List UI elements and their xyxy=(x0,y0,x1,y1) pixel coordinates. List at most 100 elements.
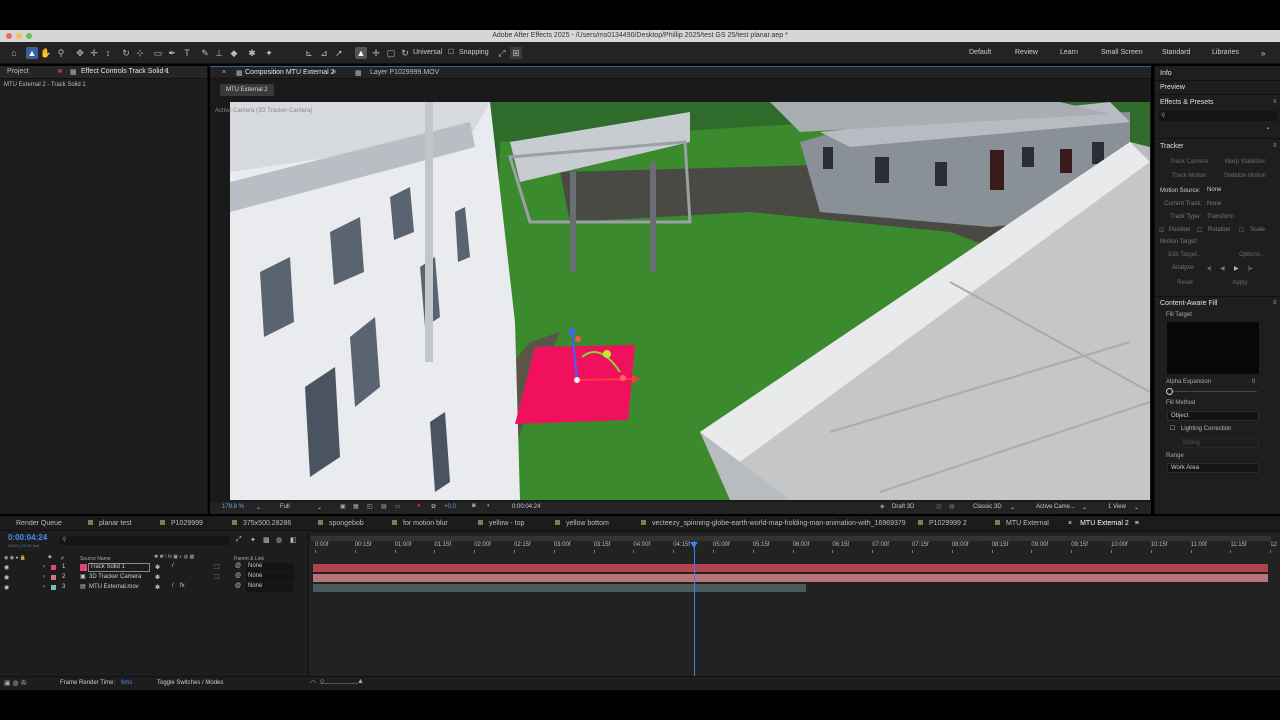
clone-stamp-tool-icon[interactable]: ⊥ xyxy=(213,47,225,59)
ground-plane-icon[interactable]: ▦ xyxy=(949,503,955,510)
snap-grid-icon[interactable]: ⊞ xyxy=(510,47,522,59)
layer-expand-icon[interactable]: › xyxy=(43,574,45,580)
layer-row-2[interactable]: ◉ › 2 ▣ 3D Tracker Camera ✽ ⬚ @ None xyxy=(0,573,308,583)
layer-bar-1[interactable] xyxy=(313,564,1268,572)
track-camera-button[interactable]: Track Camera xyxy=(1160,157,1218,167)
tab-comp-yellow-bottom[interactable]: yellow bottom xyxy=(555,520,609,527)
tab-comp-for-motion-blur[interactable]: for motion blur xyxy=(392,520,448,527)
playhead-line[interactable] xyxy=(694,541,695,677)
shy-switch-icon[interactable]: ✽ xyxy=(155,564,160,571)
zoom-tool-icon[interactable]: ⚲ xyxy=(55,47,67,59)
scale-gizmo-icon[interactable]: ▢ xyxy=(385,47,397,59)
camera-dropdown-icon[interactable]: ⌄ xyxy=(1082,504,1087,511)
reset-button[interactable]: Reset xyxy=(1160,278,1210,288)
tab-comp-mtu-external-2[interactable]: × MTU External 2 ≡ xyxy=(1068,520,1139,527)
3d-layer-switch-icon[interactable]: ⬚ xyxy=(214,573,220,580)
motion-blur-icon[interactable]: ◧ xyxy=(290,536,297,544)
pan-camera-icon[interactable]: ✛ xyxy=(88,47,100,59)
effects-panel-menu-icon[interactable]: ≡ xyxy=(1273,99,1277,105)
tab-effect-controls[interactable]: Effect Controls Track Solid 1 xyxy=(81,68,169,75)
layer-bar-3[interactable] xyxy=(313,584,806,592)
source-name-header[interactable]: Source Name xyxy=(80,556,111,562)
playhead-handle[interactable] xyxy=(690,542,698,548)
3d-layer-switch-icon[interactable]: ⬚ xyxy=(214,563,220,570)
timeline-zoom-handle[interactable]: ○ xyxy=(320,678,324,685)
region-of-interest-icon[interactable]: ▣ xyxy=(340,503,346,510)
rotation-checkbox[interactable]: ☐ xyxy=(1197,227,1202,234)
layer-visibility-icon[interactable]: ◉ xyxy=(4,574,9,581)
composition-viewer[interactable] xyxy=(230,102,1150,500)
content-aware-fill-header[interactable]: Content-Aware Fill xyxy=(1160,300,1217,307)
position-checkbox[interactable]: ☑ xyxy=(1159,227,1164,234)
rotation-tool-icon[interactable]: ↻ xyxy=(120,47,132,59)
info-panel-header[interactable]: Info xyxy=(1160,70,1172,77)
effects-search-input[interactable]: ⚲ xyxy=(1159,111,1277,121)
shy-layers-icon[interactable]: ▩ xyxy=(263,536,270,544)
lock-comp-icon[interactable]: ▦ xyxy=(236,69,243,77)
analyze-back-frame-icon[interactable]: ◂| xyxy=(1207,265,1212,272)
quality-switch-icon[interactable]: / xyxy=(172,583,174,589)
fx-switch-icon[interactable]: fx xyxy=(180,583,185,589)
analyze-forward-icon[interactable]: ▶ xyxy=(1234,265,1239,272)
layer-expand-icon[interactable]: › xyxy=(43,564,45,570)
status-icons[interactable]: ▣ ◍ ✇ xyxy=(4,679,26,687)
workspace-learn[interactable]: Learn xyxy=(1060,49,1078,56)
analyze-forward-frame-icon[interactable]: |▸ xyxy=(1248,265,1253,272)
roto-brush-tool-icon[interactable]: ✱ xyxy=(246,47,258,59)
world-axis-icon[interactable]: ⊿ xyxy=(318,47,330,59)
move-gizmo-icon[interactable]: ✛ xyxy=(370,47,382,59)
zoom-window-button[interactable] xyxy=(26,33,32,39)
zoom-out-timeline-icon[interactable]: ◠ xyxy=(310,679,316,687)
workspace-small-screen[interactable]: Small Screen xyxy=(1101,49,1143,56)
renderer-dropdown[interactable]: Classic 3D xyxy=(973,504,1002,510)
brush-tool-icon[interactable]: ✎ xyxy=(199,47,211,59)
eraser-tool-icon[interactable]: ◆ xyxy=(228,47,240,59)
lighting-correction-checkbox[interactable]: ☐ xyxy=(1170,425,1175,432)
tab-comp-375x500[interactable]: 375x500.28286 xyxy=(232,520,291,527)
draft-3d-timeline-icon[interactable]: ✦ xyxy=(250,536,256,544)
alpha-expansion-value[interactable]: 0 xyxy=(1252,379,1255,385)
zoom-value[interactable]: 179.8 % xyxy=(222,504,244,510)
track-type-dropdown[interactable]: Transform xyxy=(1207,214,1234,220)
parent-pickwhip-icon[interactable]: @ xyxy=(235,583,241,589)
channel-icon[interactable]: ▭ xyxy=(395,503,401,510)
parent-pickwhip-icon[interactable]: @ xyxy=(235,573,241,579)
view-axis-icon[interactable]: ➚ xyxy=(333,47,345,59)
snapshot-icon[interactable]: ◙ xyxy=(472,503,476,509)
viewer-timecode[interactable]: 0:00:04:24 xyxy=(512,504,540,510)
pen-tool-icon[interactable]: ✒ xyxy=(166,47,178,59)
layer-row-1[interactable]: ◉ › 1 Track Solid 1 ✽ / ⬚ @ None xyxy=(0,563,308,573)
parent-dropdown[interactable]: None xyxy=(246,563,294,572)
lighting-strength-dropdown[interactable]: Strong xyxy=(1178,438,1259,448)
tab-comp-mtu-external[interactable]: MTU External xyxy=(995,520,1049,527)
layer-visibility-icon[interactable]: ◉ xyxy=(4,564,9,571)
analyze-backward-icon[interactable]: ◀ xyxy=(1220,265,1225,272)
grid-guides-icon[interactable]: ▤ xyxy=(381,503,387,510)
fill-method-dropdown[interactable]: Object xyxy=(1167,411,1259,421)
parent-pickwhip-icon[interactable]: @ xyxy=(235,563,241,569)
options-button[interactable]: Options... xyxy=(1227,250,1277,260)
range-dropdown[interactable]: Work Area xyxy=(1167,463,1259,473)
layer-name[interactable]: MTU External.mov xyxy=(89,584,139,590)
layer-label-swatch[interactable] xyxy=(51,575,56,580)
apply-button[interactable]: Apply xyxy=(1215,278,1265,288)
parent-dropdown[interactable]: None xyxy=(246,583,294,592)
tab-comp-p1029999-2[interactable]: P1029999 2 xyxy=(918,520,967,527)
tab-comp-vecteezy-globe[interactable]: vecteezy_spinning-globe-earth-world-map-… xyxy=(641,520,906,527)
alpha-expansion-slider[interactable] xyxy=(1171,391,1257,392)
comp-breadcrumb[interactable]: MTU External 2 xyxy=(220,84,274,96)
resolution-dropdown-icon[interactable]: ⌄ xyxy=(317,504,322,511)
zoom-in-timeline-icon[interactable]: ▲ xyxy=(357,678,364,685)
zoom-dropdown-icon[interactable]: ⌄ xyxy=(256,504,261,511)
workspace-libraries[interactable]: Libraries xyxy=(1212,49,1239,56)
caf-menu-icon[interactable]: ≡ xyxy=(1273,300,1277,306)
workspace-standard[interactable]: Standard xyxy=(1162,49,1190,56)
extended-viewer-icon[interactable]: ▥ xyxy=(936,503,942,510)
toggle-switches-modes-button[interactable]: Toggle Switches / Modes xyxy=(157,680,223,686)
stabilize-motion-button[interactable]: Stabilize Motion xyxy=(1216,171,1274,181)
tab-project[interactable]: Project xyxy=(7,68,29,75)
current-track-dropdown[interactable]: None xyxy=(1207,201,1221,207)
rotate-gizmo-icon[interactable]: ↻ xyxy=(399,47,411,59)
time-ruler[interactable]: 0:00f 00:15f 01:00f 01:15f 02:00f 02:15f 03:00… xyxy=(309,541,1280,553)
more-workspaces-icon[interactable]: » xyxy=(1261,49,1265,58)
